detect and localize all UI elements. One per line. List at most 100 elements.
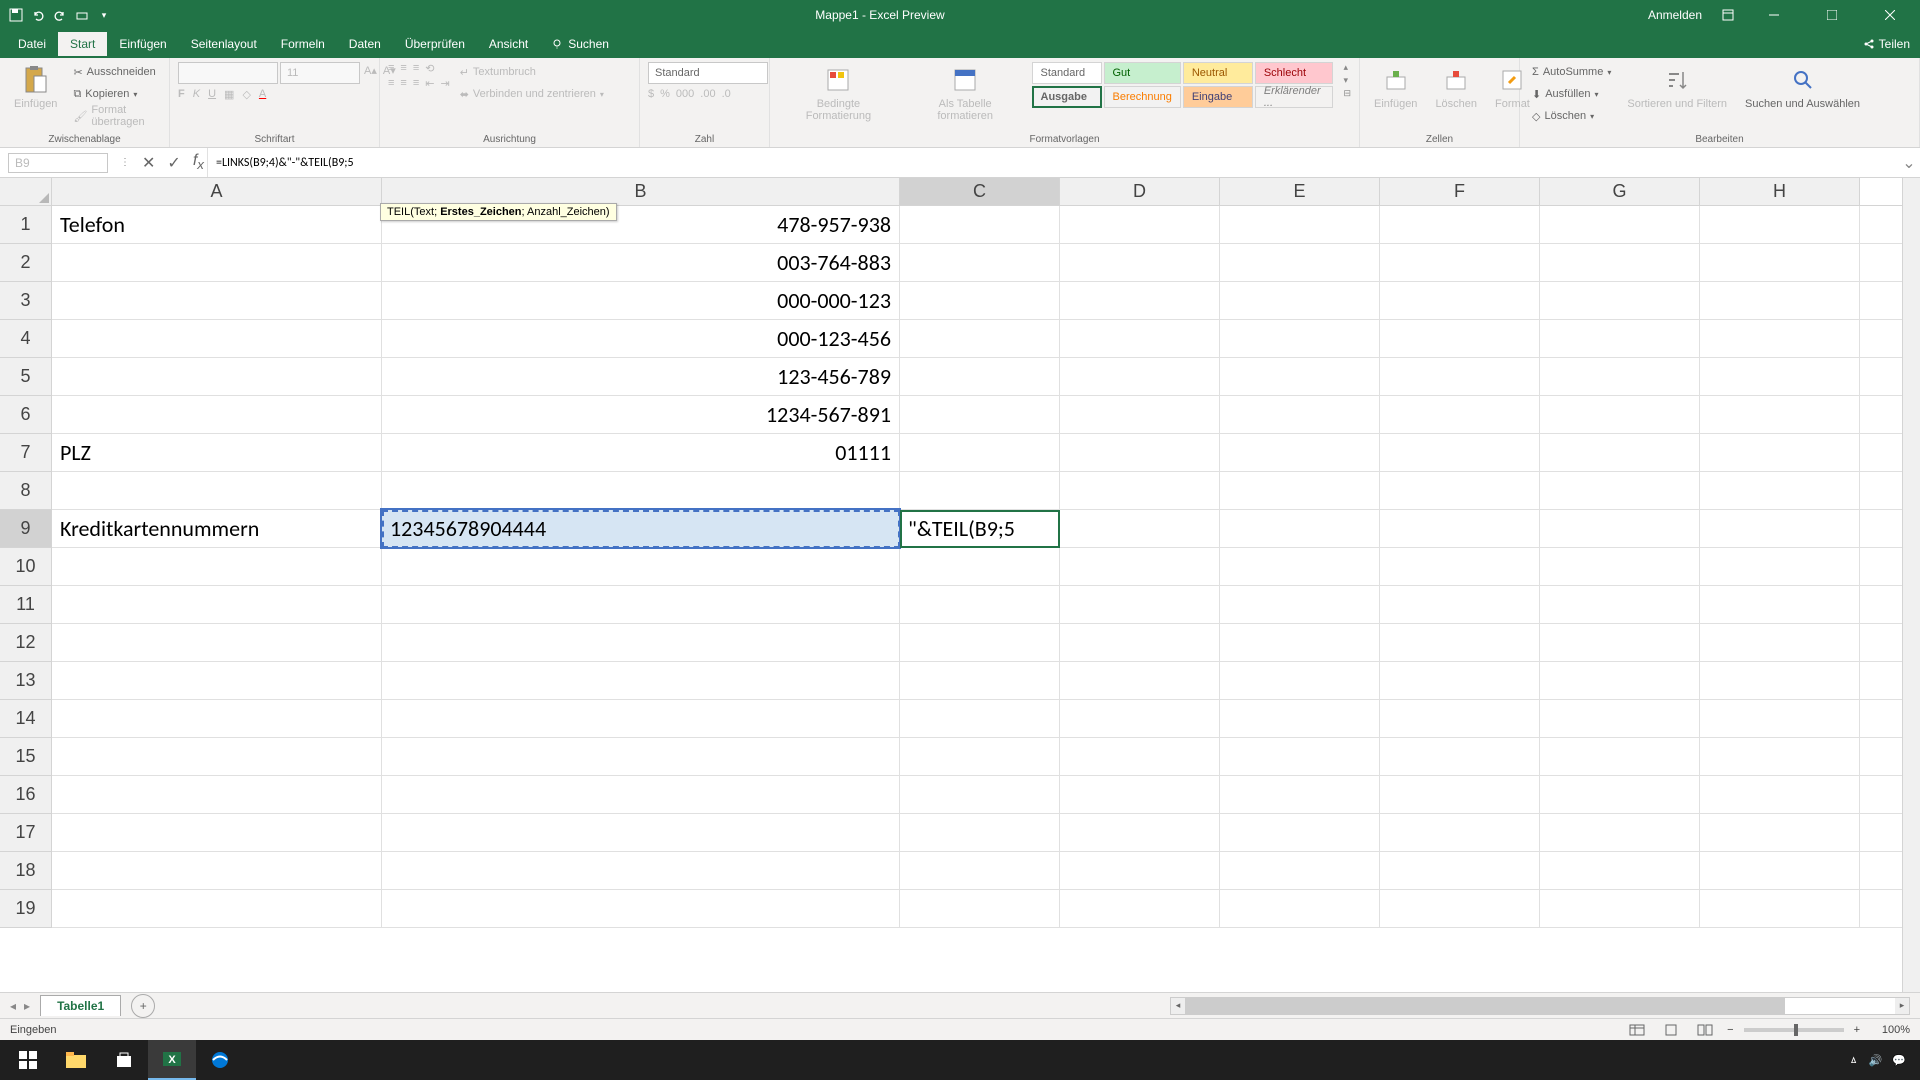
- cell-B12[interactable]: [382, 624, 900, 662]
- gallery-more-icon[interactable]: ⊟: [1343, 88, 1351, 99]
- horizontal-scrollbar[interactable]: ◂ ▸: [1170, 997, 1910, 1015]
- cell-C14[interactable]: [900, 700, 1060, 738]
- cell-F12[interactable]: [1380, 624, 1540, 662]
- style-eingabe[interactable]: Eingabe: [1183, 86, 1253, 108]
- cell-B13[interactable]: [382, 662, 900, 700]
- vertical-scrollbar[interactable]: [1902, 178, 1920, 992]
- col-header-E[interactable]: E: [1220, 178, 1380, 205]
- cell-E10[interactable]: [1220, 548, 1380, 586]
- increase-font-icon[interactable]: A▴: [362, 62, 379, 84]
- sort-filter-button[interactable]: Sortieren und Filtern: [1621, 62, 1733, 112]
- cell-C13[interactable]: [900, 662, 1060, 700]
- tab-start[interactable]: Start: [58, 32, 107, 56]
- underline-button[interactable]: U: [208, 88, 216, 101]
- close-button[interactable]: [1870, 0, 1910, 30]
- col-header-G[interactable]: G: [1540, 178, 1700, 205]
- col-header-D[interactable]: D: [1060, 178, 1220, 205]
- cell-G10[interactable]: [1540, 548, 1700, 586]
- cell-D3[interactable]: [1060, 282, 1220, 320]
- cell-E17[interactable]: [1220, 814, 1380, 852]
- cell-H14[interactable]: [1700, 700, 1860, 738]
- undo-icon[interactable]: [30, 7, 46, 23]
- bold-button[interactable]: F: [178, 88, 185, 101]
- find-select-button[interactable]: Suchen und Auswählen: [1739, 62, 1866, 112]
- cell-A18[interactable]: [52, 852, 382, 890]
- cell-G15[interactable]: [1540, 738, 1700, 776]
- cancel-formula-icon[interactable]: ✕: [142, 153, 155, 173]
- row-header-15[interactable]: 15: [0, 738, 52, 776]
- normal-view-icon[interactable]: [1625, 1021, 1649, 1039]
- cell-F5[interactable]: [1380, 358, 1540, 396]
- cell-B14[interactable]: [382, 700, 900, 738]
- expand-formula-bar-icon[interactable]: ⌄: [1898, 148, 1920, 177]
- cell-E19[interactable]: [1220, 890, 1380, 928]
- align-right-icon[interactable]: ≡: [413, 77, 419, 90]
- cell-F18[interactable]: [1380, 852, 1540, 890]
- row-header-1[interactable]: 1: [0, 206, 52, 244]
- taskbar-excel[interactable]: X: [148, 1040, 196, 1080]
- cell-E15[interactable]: [1220, 738, 1380, 776]
- row-header-11[interactable]: 11: [0, 586, 52, 624]
- cell-F17[interactable]: [1380, 814, 1540, 852]
- cell-B3[interactable]: 000-000-123: [382, 282, 900, 320]
- taskbar-store[interactable]: [100, 1040, 148, 1080]
- font-color-button[interactable]: A: [259, 88, 266, 101]
- cell-A10[interactable]: [52, 548, 382, 586]
- cell-B8[interactable]: [382, 472, 900, 510]
- tab-daten[interactable]: Daten: [337, 32, 393, 56]
- cell-H1[interactable]: [1700, 206, 1860, 244]
- tab-formeln[interactable]: Formeln: [269, 32, 337, 56]
- cell-F15[interactable]: [1380, 738, 1540, 776]
- cell-H10[interactable]: [1700, 548, 1860, 586]
- cell-H9[interactable]: [1700, 510, 1860, 548]
- confirm-formula-icon[interactable]: ✓: [167, 153, 180, 173]
- add-sheet-button[interactable]: +: [131, 994, 155, 1018]
- cell-A6[interactable]: [52, 396, 382, 434]
- cell-A16[interactable]: [52, 776, 382, 814]
- cell-B16[interactable]: [382, 776, 900, 814]
- cell-A11[interactable]: [52, 586, 382, 624]
- gallery-down-icon[interactable]: ▾: [1343, 75, 1351, 86]
- cell-E16[interactable]: [1220, 776, 1380, 814]
- style-ausgabe[interactable]: Ausgabe: [1032, 86, 1102, 108]
- zoom-in-button[interactable]: +: [1854, 1024, 1860, 1036]
- tab-ansicht[interactable]: Ansicht: [477, 32, 540, 56]
- cell-D11[interactable]: [1060, 586, 1220, 624]
- redo-icon[interactable]: [52, 7, 68, 23]
- cell-G4[interactable]: [1540, 320, 1700, 358]
- cell-C10[interactable]: [900, 548, 1060, 586]
- cell-E1[interactable]: [1220, 206, 1380, 244]
- cell-C12[interactable]: [900, 624, 1060, 662]
- col-header-A[interactable]: A: [52, 178, 382, 205]
- format-painter-button[interactable]: 🖌Format übertragen: [69, 106, 161, 126]
- copy-button[interactable]: ⧉Kopieren▾: [69, 84, 161, 104]
- cell-G18[interactable]: [1540, 852, 1700, 890]
- cell-C5[interactable]: [900, 358, 1060, 396]
- cell-D17[interactable]: [1060, 814, 1220, 852]
- cell-A9[interactable]: Kreditkartennummern: [52, 510, 382, 548]
- cell-B18[interactable]: [382, 852, 900, 890]
- cell-E11[interactable]: [1220, 586, 1380, 624]
- cell-E12[interactable]: [1220, 624, 1380, 662]
- minimize-button[interactable]: [1754, 0, 1794, 30]
- merge-center-button[interactable]: ⬌Verbinden und zentrieren▾: [456, 84, 608, 104]
- taskbar-edge[interactable]: [196, 1040, 244, 1080]
- cell-H2[interactable]: [1700, 244, 1860, 282]
- comma-icon[interactable]: 000: [676, 88, 694, 100]
- style-erklaerender[interactable]: Erklärender ...: [1255, 86, 1334, 108]
- row-header-16[interactable]: 16: [0, 776, 52, 814]
- cell-F6[interactable]: [1380, 396, 1540, 434]
- zoom-slider[interactable]: [1744, 1028, 1844, 1032]
- cell-G11[interactable]: [1540, 586, 1700, 624]
- row-header-17[interactable]: 17: [0, 814, 52, 852]
- italic-button[interactable]: K: [193, 88, 200, 101]
- cell-A5[interactable]: [52, 358, 382, 396]
- cell-H17[interactable]: [1700, 814, 1860, 852]
- cell-F16[interactable]: [1380, 776, 1540, 814]
- cell-C8[interactable]: [900, 472, 1060, 510]
- cell-C1[interactable]: [900, 206, 1060, 244]
- cell-A8[interactable]: [52, 472, 382, 510]
- fill-color-button[interactable]: ◇: [242, 88, 250, 101]
- name-box[interactable]: [8, 153, 108, 173]
- align-bottom-icon[interactable]: ≡: [413, 62, 419, 75]
